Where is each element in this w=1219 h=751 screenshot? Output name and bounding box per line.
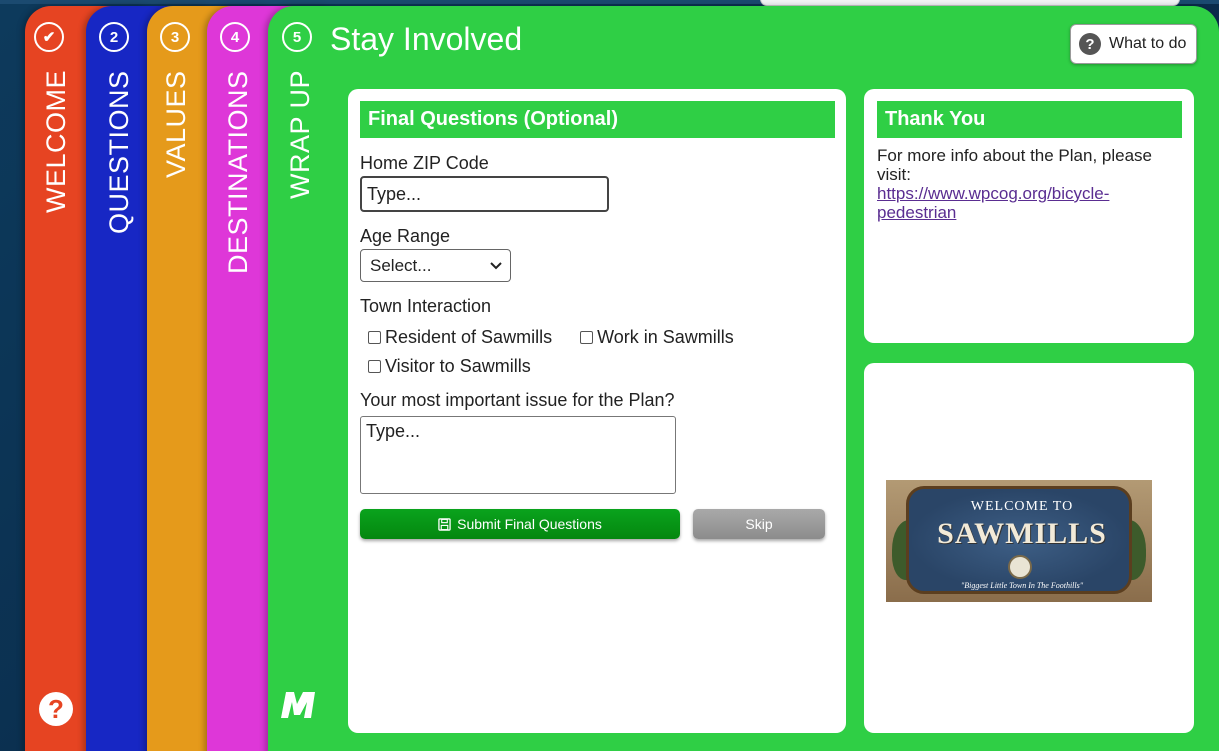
zip-label: Home ZIP Code bbox=[360, 153, 489, 173]
town-interaction-options: Resident of Sawmills Work in Sawmills Vi… bbox=[368, 323, 828, 381]
checkbox-resident-label: Resident of Sawmills bbox=[385, 327, 553, 347]
town-seal-icon bbox=[1008, 555, 1032, 579]
thank-you-text: For more info about the Plan, please vis… bbox=[877, 146, 1152, 184]
checkbox-visitor-label: Visitor to Sawmills bbox=[385, 356, 531, 376]
skip-button[interactable]: Skip bbox=[693, 509, 825, 539]
step-label-welcome: WELCOME bbox=[41, 70, 71, 214]
important-issue-textarea[interactable] bbox=[360, 416, 676, 494]
question-circle-icon: ? bbox=[1079, 33, 1101, 55]
step-badge-welcome: ✔ bbox=[34, 22, 64, 52]
step-label-wrap-up: WRAP UP bbox=[285, 70, 315, 200]
step-badge-values: 3 bbox=[160, 22, 190, 52]
checkbox-box[interactable] bbox=[368, 331, 381, 344]
sign-welcome-text: WELCOME TO bbox=[970, 499, 1074, 514]
help-icon[interactable]: ? bbox=[39, 692, 73, 726]
age-range-select[interactable]: Select... bbox=[360, 249, 511, 282]
what-to-do-button[interactable]: ? What to do bbox=[1070, 24, 1198, 64]
floppy-disk-icon bbox=[438, 517, 451, 531]
sawmills-welcome-sign-image: WELCOME TO SAWMILLS "Biggest Little Town… bbox=[886, 480, 1152, 602]
checkbox-box[interactable] bbox=[368, 360, 381, 373]
age-range-label: Age Range bbox=[360, 226, 451, 246]
important-issue-label: Your most important issue for the Plan? bbox=[360, 390, 675, 410]
m-logo-icon bbox=[281, 692, 315, 718]
sign-board: WELCOME TO SAWMILLS "Biggest Little Town… bbox=[906, 486, 1132, 594]
sign-town-name: SAWMILLS bbox=[937, 517, 1107, 550]
age-range-value: Select... bbox=[370, 255, 432, 275]
checkbox-work[interactable]: Work in Sawmills bbox=[580, 323, 734, 352]
final-questions-card: Final Questions (Optional) Home ZIP Code… bbox=[348, 89, 846, 733]
submit-label: Submit Final Questions bbox=[457, 516, 602, 532]
final-questions-heading: Final Questions (Optional) bbox=[360, 101, 835, 138]
sign-tagline: "Biggest Little Town In The Foothills" bbox=[960, 581, 1084, 590]
plan-info-link[interactable]: https://www.wpcog.org/bicycle-pedestrian bbox=[877, 184, 1180, 222]
sawmills-photo-card: WELCOME TO SAWMILLS "Biggest Little Town… bbox=[864, 363, 1194, 733]
submit-final-questions-button[interactable]: Submit Final Questions bbox=[360, 509, 680, 539]
checkbox-visitor[interactable]: Visitor to Sawmills bbox=[368, 352, 531, 381]
step-label-questions: QUESTIONS bbox=[104, 70, 134, 234]
step-badge-wrap-up: 5 bbox=[282, 22, 312, 52]
checkbox-work-label: Work in Sawmills bbox=[597, 327, 734, 347]
step-label-destinations: DESTINATIONS bbox=[223, 70, 253, 274]
page-title: Stay Involved bbox=[330, 21, 523, 57]
town-interaction-label: Town Interaction bbox=[360, 296, 492, 316]
checkbox-resident[interactable]: Resident of Sawmills bbox=[368, 323, 552, 352]
step-tab-wrap-up[interactable]: 5 WRAP UP Stay Involved ? What to do Fin… bbox=[268, 6, 1219, 751]
checkbox-box[interactable] bbox=[580, 331, 594, 344]
thank-you-heading: Thank You bbox=[877, 101, 1182, 138]
form-actions: Submit Final Questions Skip bbox=[360, 509, 846, 539]
thank-you-card: Thank You For more info about the Plan, … bbox=[864, 89, 1194, 343]
what-to-do-label: What to do bbox=[1109, 35, 1187, 52]
chevron-down-icon bbox=[490, 261, 502, 269]
skip-label: Skip bbox=[745, 516, 773, 532]
step-badge-destinations: 4 bbox=[220, 22, 250, 52]
step-badge-questions: 2 bbox=[99, 22, 129, 52]
zip-input[interactable] bbox=[360, 176, 609, 212]
step-label-values: VALUES bbox=[161, 70, 191, 178]
